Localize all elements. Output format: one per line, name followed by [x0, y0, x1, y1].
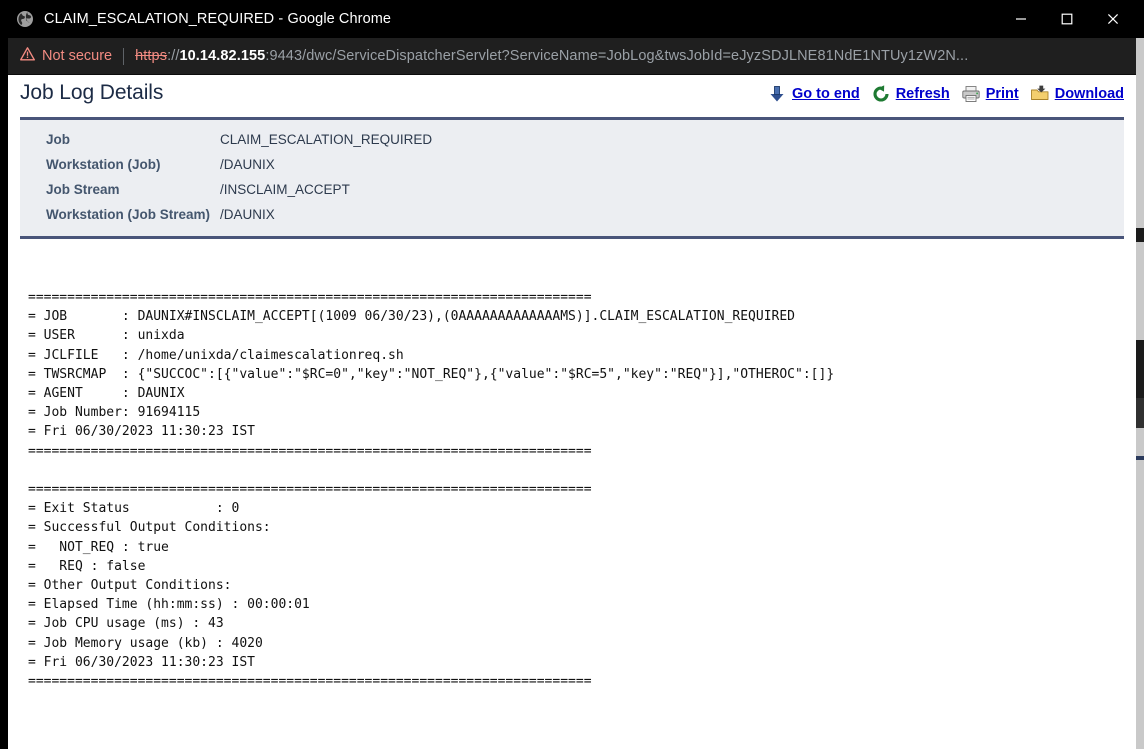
log-line: = Successful Output Conditions:: [28, 518, 1136, 537]
log-line: ========================================…: [28, 442, 1136, 461]
log-line: = Exit Status : 0: [28, 499, 1136, 518]
detail-label-job: Job: [46, 127, 220, 152]
title-bar: CLAIM_ESCALATION_REQUIRED - Google Chrom…: [8, 0, 1136, 38]
page-viewport: Job Log Details Go to end: [8, 75, 1136, 749]
job-details-table: Job CLAIM_ESCALATION_REQUIRED Workstatio…: [46, 127, 432, 227]
log-line: = Elapsed Time (hh:mm:ss) : 00:00:01: [28, 595, 1136, 614]
log-line: = Other Output Conditions:: [28, 576, 1136, 595]
detail-label-workstation-job-stream: Workstation (Job Stream): [46, 202, 220, 227]
log-line: = USER : unixda: [28, 326, 1136, 345]
download-link[interactable]: Download: [1030, 84, 1124, 104]
globe-icon: [16, 10, 34, 28]
log-line: = REQ : false: [28, 557, 1136, 576]
table-row: Workstation (Job Stream) /DAUNIX: [46, 202, 432, 227]
url-text[interactable]: https://10.14.82.155:9443/dwc/ServiceDis…: [135, 48, 968, 64]
log-line: = Fri 06/30/2023 11:30:23 IST: [28, 653, 1136, 672]
browser-window: CLAIM_ESCALATION_REQUIRED - Google Chrom…: [8, 0, 1136, 749]
url-scheme: https: [135, 48, 167, 64]
log-line: = Job CPU usage (ms) : 43: [28, 614, 1136, 633]
log-line: = Fri 06/30/2023 11:30:23 IST: [28, 422, 1136, 441]
log-line: = JOB : DAUNIX#INSCLAIM_ACCEPT[(1009 06/…: [28, 307, 1136, 326]
printer-icon: [961, 84, 981, 104]
refresh-link[interactable]: Refresh: [871, 84, 950, 104]
page-title: Job Log Details: [20, 81, 163, 105]
url-path: :9443/dwc/ServiceDispatcherServlet?Servi…: [265, 48, 968, 64]
print-label: Print: [986, 86, 1019, 102]
job-details-panel: Job CLAIM_ESCALATION_REQUIRED Workstatio…: [20, 117, 1124, 239]
detail-value-workstation-job: /DAUNIX: [220, 152, 432, 177]
detail-label-workstation-job: Workstation (Job): [46, 152, 220, 177]
detail-value-job-stream: /INSCLAIM_ACCEPT: [220, 177, 432, 202]
print-link[interactable]: Print: [961, 84, 1019, 104]
log-toolbar: Go to end Refresh: [756, 84, 1124, 104]
log-line: = TWSRCMAP : {"SUCCOC":[{"value":"$RC=0"…: [28, 365, 1136, 384]
table-row: Job CLAIM_ESCALATION_REQUIRED: [46, 127, 432, 152]
url-separator: ://: [167, 48, 179, 64]
log-line: = Job Number: 91694115: [28, 403, 1136, 422]
go-to-end-label: Go to end: [792, 86, 860, 102]
table-row: Job Stream /INSCLAIM_ACCEPT: [46, 177, 432, 202]
log-blank-line: [28, 461, 1136, 480]
window-controls: [998, 0, 1136, 38]
refresh-circular-arrow-icon: [871, 84, 891, 104]
minimize-button[interactable]: [998, 0, 1044, 38]
log-line: = AGENT : DAUNIX: [28, 384, 1136, 403]
go-to-end-link[interactable]: Go to end: [767, 84, 860, 104]
log-line: = JCLFILE : /home/unixda/claimescalation…: [28, 346, 1136, 365]
close-button[interactable]: [1090, 0, 1136, 38]
maximize-button[interactable]: [1044, 0, 1090, 38]
log-line: ========================================…: [28, 288, 1136, 307]
log-line: ========================================…: [28, 672, 1136, 691]
log-line: = NOT_REQ : true: [28, 538, 1136, 557]
detail-value-workstation-job-stream: /DAUNIX: [220, 202, 432, 227]
warning-triangle-icon: [20, 47, 35, 66]
address-bar-divider: [123, 48, 124, 65]
log-line: = Job Memory usage (kb) : 4020: [28, 634, 1136, 653]
address-bar[interactable]: Not secure https://10.14.82.155:9443/dwc…: [8, 38, 1136, 75]
down-arrow-icon: [767, 84, 787, 104]
download-label: Download: [1055, 86, 1124, 102]
window-title: CLAIM_ESCALATION_REQUIRED - Google Chrom…: [44, 11, 391, 27]
refresh-label: Refresh: [896, 86, 950, 102]
security-status-chip[interactable]: Not secure: [20, 47, 112, 66]
not-secure-label: Not secure: [42, 48, 112, 64]
folder-download-icon: [1030, 84, 1050, 104]
detail-label-job-stream: Job Stream: [46, 177, 220, 202]
log-line: ========================================…: [28, 480, 1136, 499]
page-header: Job Log Details Go to end: [8, 75, 1136, 117]
detail-value-job: CLAIM_ESCALATION_REQUIRED: [220, 127, 432, 152]
url-host: 10.14.82.155: [179, 48, 265, 64]
job-log-text: ========================================…: [28, 288, 1136, 691]
table-row: Workstation (Job) /DAUNIX: [46, 152, 432, 177]
